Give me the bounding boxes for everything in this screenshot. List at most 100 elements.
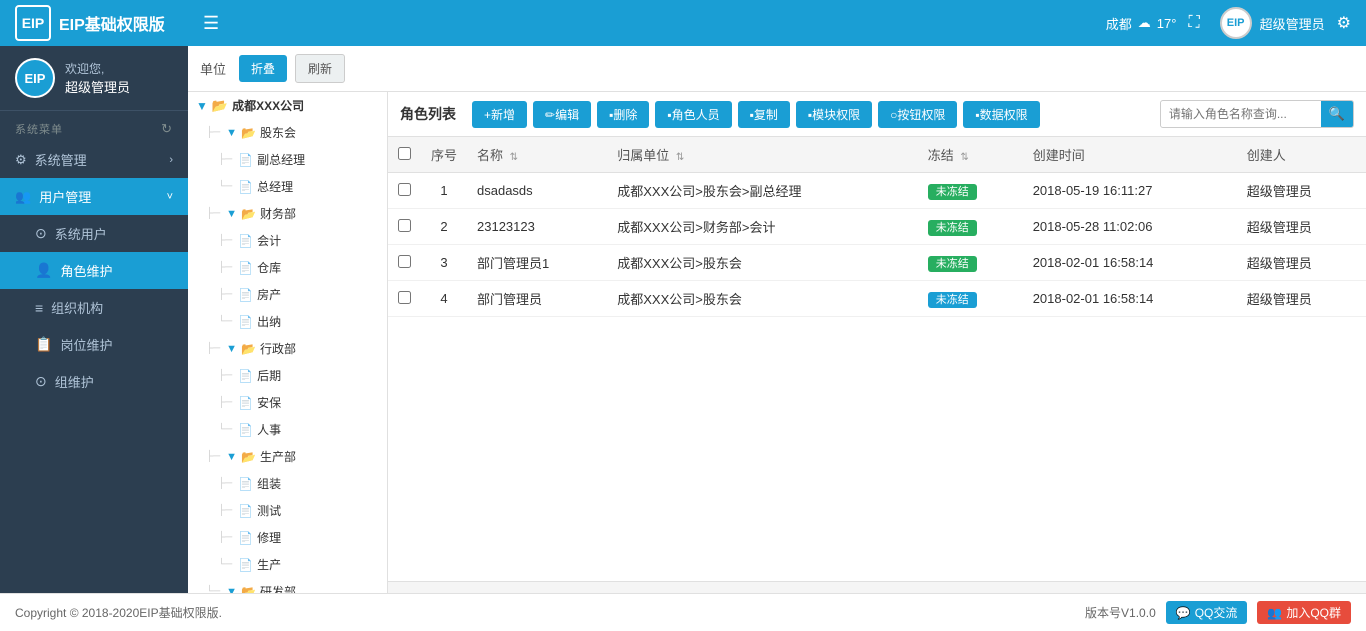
- tree-node-sc[interactable]: └─ 📄 生产: [188, 551, 387, 578]
- row-frozen: 未冻结: [918, 281, 1023, 317]
- table-row[interactable]: 4 部门管理员 成都XXX公司>股东会 未冻结 2018-02-01 16:58…: [388, 281, 1366, 317]
- sidebar-refresh-icon[interactable]: ↻: [161, 121, 173, 137]
- copy-button[interactable]: ▪复制: [738, 101, 790, 128]
- file-icon: 📄: [238, 180, 253, 194]
- file-icon: 📄: [238, 234, 253, 248]
- qq-chat-button[interactable]: 💬 QQ交流: [1166, 601, 1248, 624]
- search-input[interactable]: [1161, 102, 1321, 126]
- row-frozen: 未冻结: [918, 209, 1023, 245]
- tree-node-cangku[interactable]: ├─ 📄 仓库: [188, 254, 387, 281]
- copyright-text: Copyright © 2018-2020EIP基础权限版.: [15, 604, 222, 621]
- tree-lines: ├─: [218, 397, 232, 408]
- app-title: EIP基础权限版: [59, 11, 165, 35]
- sidebar-item-group-maint[interactable]: ⊙ 组维护: [0, 363, 188, 400]
- temperature-text: 17°: [1157, 16, 1177, 31]
- select-all-checkbox[interactable]: [398, 147, 411, 160]
- frozen-badge: 未冻结: [928, 184, 977, 200]
- new-button[interactable]: +新增: [472, 101, 527, 128]
- role-person-button[interactable]: ▪角色人员: [655, 101, 731, 128]
- expand-icon: ▼: [226, 343, 237, 355]
- data-perm-button[interactable]: ▪数据权限: [963, 101, 1039, 128]
- sidebar-item-system-mgmt[interactable]: ⚙ 系统管理 ›: [0, 141, 188, 178]
- tree-node-shengchan[interactable]: ├─ ▼ 📂 生产部: [188, 443, 387, 470]
- row-unit: 成都XXX公司>财务部>会计: [607, 209, 918, 245]
- join-qq-button[interactable]: 👥 加入QQ群: [1257, 601, 1351, 624]
- tree-node-zjl[interactable]: └─ 📄 总经理: [188, 173, 387, 200]
- sort-frozen-icon[interactable]: ⇅: [960, 152, 968, 163]
- qq-icon: 💬: [1176, 606, 1191, 620]
- tree-lines: ├─: [218, 235, 232, 246]
- tree-node-ceshi[interactable]: ├─ 📄 测试: [188, 497, 387, 524]
- fold-button[interactable]: 折叠: [239, 55, 287, 82]
- sort-unit-icon[interactable]: ⇅: [676, 152, 684, 163]
- sidebar-item-role-maint[interactable]: 👤 角色维护: [0, 252, 188, 289]
- qq-chat-label: QQ交流: [1195, 604, 1238, 621]
- top-header: EIP EIP基础权限版 ☰ 成都 ☁ 17° ⛶ EIP 超级管理员 ⚙: [0, 0, 1366, 46]
- row-name: 部门管理员1: [467, 245, 607, 281]
- refresh-button[interactable]: 刷新: [295, 54, 345, 83]
- tree-node-anbao[interactable]: ├─ 📄 安保: [188, 389, 387, 416]
- folder-icon: 📂: [241, 126, 256, 140]
- tree-node-caiwu[interactable]: ├─ ▼ 📂 财务部: [188, 200, 387, 227]
- sidebar-item-system-user[interactable]: ⊙ 系统用户: [0, 215, 188, 252]
- tree-node-renshi[interactable]: └─ 📄 人事: [188, 416, 387, 443]
- tree-node-gudong[interactable]: ├─ ▼ 📂 股东会: [188, 119, 387, 146]
- col-seq: 序号: [421, 137, 467, 173]
- row-created-time: 2018-02-01 16:58:14: [1023, 245, 1237, 281]
- row-unit: 成都XXX公司>股东会: [607, 245, 918, 281]
- delete-button[interactable]: ▪删除: [597, 101, 649, 128]
- weather-icon: ☁: [1138, 15, 1151, 31]
- row-checkbox[interactable]: [398, 183, 411, 196]
- tree-node-chuna[interactable]: └─ 📄 出纳: [188, 308, 387, 335]
- module-perm-button[interactable]: ▪模块权限: [796, 101, 872, 128]
- search-button[interactable]: 🔍: [1321, 101, 1353, 127]
- tree-node-yanfa[interactable]: └─ ▼ 📂 研发部: [188, 578, 387, 593]
- sidebar-item-post-maint[interactable]: 📋 岗位维护: [0, 326, 188, 363]
- tree-node-fzjl[interactable]: ├─ 📄 副总经理: [188, 146, 387, 173]
- tree-lines: └─: [218, 424, 232, 435]
- file-icon: 📄: [238, 261, 253, 275]
- row-checkbox[interactable]: [398, 291, 411, 304]
- row-name: 23123123: [467, 209, 607, 245]
- folder-icon: ▼: [196, 99, 208, 113]
- footer: Copyright © 2018-2020EIP基础权限版. 版本号V1.0.0…: [0, 593, 1366, 631]
- node-label: 成都XXX公司: [232, 97, 304, 114]
- sidebar-item-user-mgmt[interactable]: 👥 用户管理 ˅: [0, 178, 188, 215]
- version-text: 版本号V1.0.0: [1085, 604, 1156, 621]
- table-toolbar: 角色列表 +新增 ✏编辑 ▪删除 ▪角色人员 ▪复制 ▪模块权限 ○按钮权限 ▪…: [388, 92, 1366, 137]
- table-row[interactable]: 2 23123123 成都XXX公司>财务部>会计 未冻结 2018-05-28…: [388, 209, 1366, 245]
- sort-name-icon[interactable]: ⇅: [510, 152, 518, 163]
- tree-node-xingzheng[interactable]: ├─ ▼ 📂 行政部: [188, 335, 387, 362]
- group-icon: ⊙: [35, 373, 47, 390]
- row-checkbox[interactable]: [398, 255, 411, 268]
- sidebar-item-label: 组维护: [55, 372, 94, 391]
- tree-node-fangchan[interactable]: ├─ 📄 房产: [188, 281, 387, 308]
- row-creator: 超级管理员: [1237, 245, 1366, 281]
- expand-icon: ▼: [226, 451, 237, 463]
- horizontal-scrollbar[interactable]: [388, 581, 1366, 593]
- node-label: 安保: [257, 394, 281, 411]
- tree-node-kuaiji[interactable]: ├─ 📄 会计: [188, 227, 387, 254]
- edit-button[interactable]: ✏编辑: [533, 101, 591, 128]
- btn-perm-button[interactable]: ○按钮权限: [878, 101, 957, 128]
- tree-node-zuzhuang[interactable]: ├─ 📄 组装: [188, 470, 387, 497]
- fullscreen-icon[interactable]: ⛶: [1188, 14, 1199, 32]
- post-icon: 📋: [35, 336, 52, 353]
- settings-icon[interactable]: ⚙: [1337, 13, 1351, 33]
- menu-toggle-icon[interactable]: ☰: [203, 13, 219, 34]
- footer-right: 版本号V1.0.0 💬 QQ交流 👥 加入QQ群: [1085, 601, 1351, 624]
- tree-node-root[interactable]: ▼ 📂 成都XXX公司: [188, 92, 387, 119]
- sidebar-item-label: 用户管理: [39, 187, 91, 206]
- table-row[interactable]: 3 部门管理员1 成都XXX公司>股东会 未冻结 2018-02-01 16:5…: [388, 245, 1366, 281]
- location-text: 成都: [1106, 14, 1132, 33]
- tree-node-houqi[interactable]: ├─ 📄 后期: [188, 362, 387, 389]
- row-checkbox[interactable]: [398, 219, 411, 232]
- col-frozen: 冻结 ⇅: [918, 137, 1023, 173]
- file-icon: 📄: [238, 477, 253, 491]
- sidebar-item-org-struct[interactable]: ≡ 组织机构: [0, 289, 188, 326]
- tree-node-xiuli[interactable]: ├─ 📄 修理: [188, 524, 387, 551]
- role-icon: 👤: [35, 262, 52, 279]
- data-table-wrapper: 序号 名称 ⇅ 归属单位 ⇅ 冻结: [388, 137, 1366, 581]
- file-icon: 📄: [238, 288, 253, 302]
- table-row[interactable]: 1 dsadasds 成都XXX公司>股东会>副总经理 未冻结 2018-05-…: [388, 173, 1366, 209]
